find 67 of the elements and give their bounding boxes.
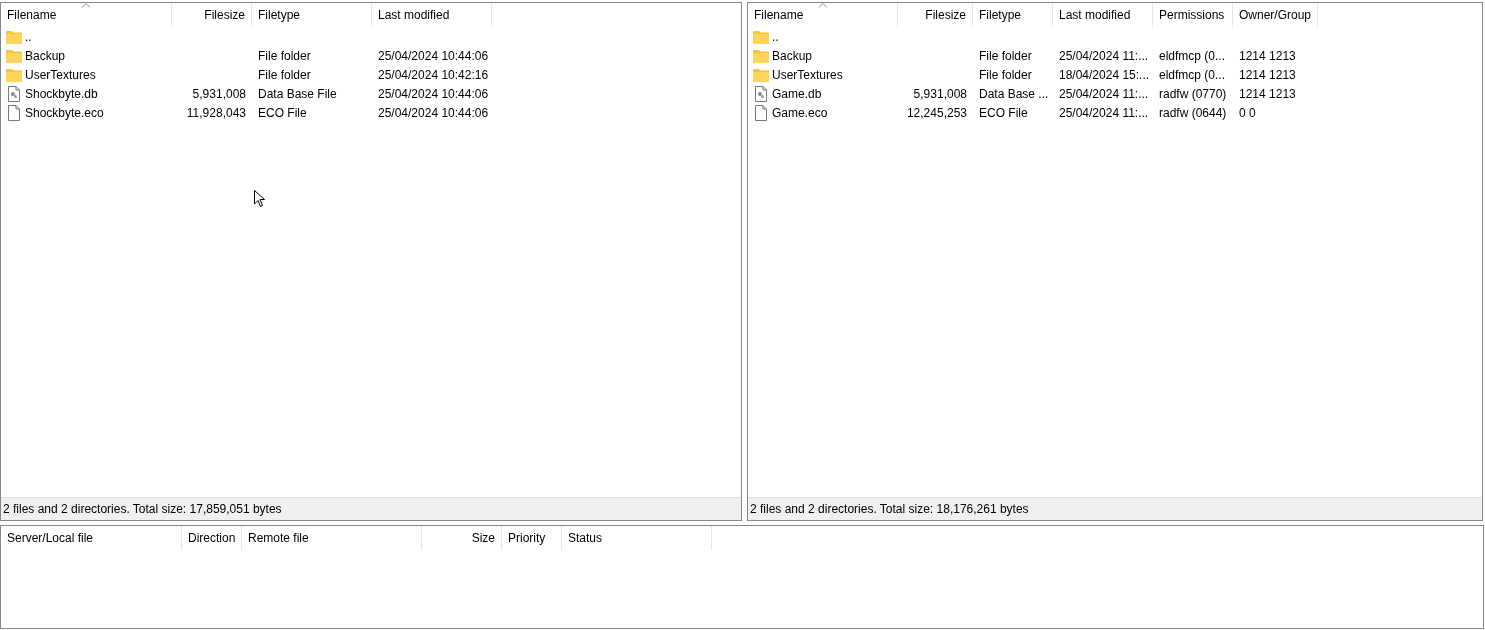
column-header[interactable]: Last modified	[1053, 3, 1153, 27]
table-cell-text: ECO File	[258, 104, 307, 122]
folder-icon	[6, 67, 22, 82]
table-cell-text: eldfmcp (0...	[1159, 66, 1226, 84]
table-cell-text: 1214 1213	[1239, 85, 1296, 103]
folder-icon	[753, 29, 769, 44]
file-icon	[755, 104, 767, 121]
table-cell-text: 25/04/2024 11:...	[1059, 104, 1149, 122]
status-bar: 2 files and 2 directories. Total size: 17,859,051 bytes	[1, 497, 741, 520]
table-cell-text: Data Base ...	[979, 85, 1049, 103]
file-name[interactable]: Backup	[25, 46, 66, 65]
table-cell-text: File folder	[258, 47, 311, 65]
column-header[interactable]: Filename	[1, 3, 172, 27]
table-cell-text: 11,928,043	[186, 104, 246, 122]
table-cell-text: 1214 1213	[1239, 47, 1296, 65]
table-cell-text: 25/04/2024 11:...	[1059, 85, 1149, 103]
file-name[interactable]: UserTextures	[772, 65, 843, 84]
file-name[interactable]: Shockbyte.db	[25, 84, 98, 103]
table-cell-text: radfw (0770)	[1159, 85, 1227, 103]
column-header[interactable]: Permissions	[1153, 3, 1233, 27]
column-header[interactable]: Last modified	[372, 3, 492, 27]
file-name[interactable]: Game.eco	[772, 103, 828, 122]
table-cell-text: 5,931,008	[192, 85, 246, 103]
folder-icon	[6, 29, 22, 44]
settings-file-icon	[8, 85, 20, 102]
column-header[interactable]: Status	[562, 526, 712, 550]
table-cell-text: ECO File	[979, 104, 1028, 122]
table-cell-text: 18/04/2024 15:...	[1059, 66, 1150, 84]
table-cell-text: File folder	[979, 66, 1032, 84]
file-name[interactable]: UserTextures	[25, 65, 96, 84]
table-cell-text: radfw (0644)	[1159, 104, 1227, 122]
table-cell-text: eldfmcp (0...	[1159, 47, 1226, 65]
table-cell-text: 1214 1213	[1239, 66, 1296, 84]
folder-icon	[753, 48, 769, 63]
table-cell-text: 25/04/2024 11:...	[1059, 47, 1149, 65]
table-cell-text: 12,245,253	[906, 104, 967, 122]
file-name[interactable]: Game.db	[772, 84, 822, 103]
column-header[interactable]: Filename	[748, 3, 898, 27]
column-header[interactable]: Priority	[502, 526, 562, 550]
column-header[interactable]: Remote file	[242, 526, 422, 550]
table-cell-text: File folder	[258, 66, 311, 84]
table-cell-text: 0 0	[1239, 104, 1256, 122]
column-header[interactable]: Filesize	[172, 3, 252, 27]
column-header[interactable]: Filetype	[973, 3, 1053, 27]
folder-icon	[753, 67, 769, 82]
column-header[interactable]: Direction	[182, 526, 242, 550]
file-name[interactable]: Shockbyte.eco	[25, 103, 104, 122]
status-bar: 2 files and 2 directories. Total size: 18,176,261 bytes	[748, 497, 1482, 520]
column-header[interactable]: Filesize	[898, 3, 973, 27]
table-cell-text: File folder	[979, 47, 1032, 65]
table-cell-text: Data Base File	[258, 85, 337, 103]
column-header[interactable]: Filetype	[252, 3, 372, 27]
folder-icon	[6, 48, 22, 63]
file-name[interactable]: ..	[25, 27, 32, 46]
table-cell-text: 5,931,008	[913, 85, 967, 103]
column-header[interactable]: Size	[422, 526, 502, 550]
column-header[interactable]: Owner/Group	[1233, 3, 1318, 27]
file-name[interactable]: Backup	[772, 46, 813, 65]
file-name[interactable]: ..	[772, 27, 779, 46]
file-icon	[8, 104, 20, 121]
column-header[interactable]: Server/Local file	[1, 526, 182, 550]
table-cell-text: 25/04/2024 10:44:06	[378, 85, 489, 103]
table-cell-text: 25/04/2024 10:44:06	[378, 104, 489, 122]
mouse-pointer-icon	[254, 190, 266, 208]
table-cell-text: 25/04/2024 10:44:06	[378, 47, 489, 65]
settings-file-icon	[755, 85, 767, 102]
table-cell-text: 25/04/2024 10:42:16	[378, 66, 489, 84]
